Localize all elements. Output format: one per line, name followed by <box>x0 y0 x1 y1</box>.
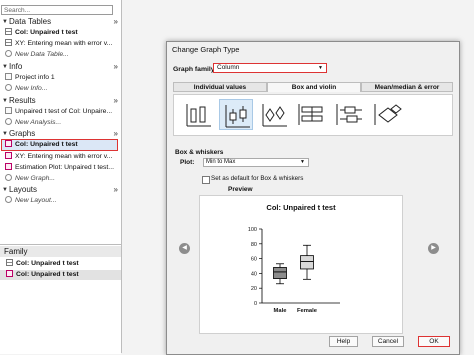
dialog-title: Change Graph Type <box>172 45 240 54</box>
collapse-triangle-icon[interactable]: ▼ <box>2 185 8 195</box>
y-tick-label: 80 <box>251 242 257 248</box>
box-female <box>300 255 314 270</box>
data-table-icon <box>5 28 12 35</box>
section-layouts[interactable]: ▼ Layouts » <box>0 185 121 195</box>
plus-icon <box>5 50 12 57</box>
cancel-button[interactable]: Cancel <box>372 336 404 347</box>
plus-icon <box>5 84 12 91</box>
graph-type-horizontal-bars[interactable] <box>295 99 329 130</box>
section-data-tables-label: Data Tables <box>9 17 52 26</box>
graph-type-scatter-bars[interactable] <box>181 99 215 130</box>
y-tick-label: 40 <box>251 271 257 277</box>
tab-box-and-violin[interactable]: Box and violin <box>267 82 361 92</box>
violin-icon <box>262 104 287 127</box>
set-default-checkbox[interactable] <box>202 176 210 184</box>
section-results[interactable]: ▼ Results » <box>0 96 121 106</box>
help-button[interactable]: Help <box>329 336 358 347</box>
plus-icon <box>5 174 12 181</box>
section-graphs[interactable]: ▼ Graphs » <box>0 129 121 139</box>
family-header: Family <box>0 246 121 257</box>
section-layouts-label: Layouts <box>9 185 38 194</box>
graph-icon <box>5 152 12 159</box>
previous-button[interactable]: ◀ <box>179 243 190 254</box>
preview-label: Preview <box>228 186 253 193</box>
graph-family-select[interactable]: Column ▼ <box>213 63 327 73</box>
y-tick-label: 20 <box>251 286 257 292</box>
preview-chart: Col: Unpaired t test 0 20 40 60 80 100 Male Fem… <box>248 203 340 314</box>
double-chevron-icon[interactable]: » <box>114 185 118 195</box>
chart-title: Col: Unpaired t test <box>266 203 336 212</box>
data-table-item[interactable]: Col: Unpaired t test <box>5 28 78 38</box>
y-tick-label: 0 <box>254 301 257 307</box>
graph-icon <box>6 270 13 277</box>
graph-item[interactable]: XY: Entering mean with error v... <box>5 152 112 162</box>
double-chevron-icon[interactable]: » <box>114 62 118 72</box>
chevron-down-icon: ▼ <box>318 65 323 71</box>
new-analysis-link[interactable]: New Analysis... <box>5 118 61 128</box>
double-chevron-icon[interactable]: » <box>114 17 118 27</box>
plus-icon <box>5 118 12 125</box>
tab-mean-median-error[interactable]: Mean/median & error <box>361 82 453 92</box>
section-info[interactable]: ▼ Info » <box>0 62 121 72</box>
horizontal-box-whisker-icon <box>336 104 362 125</box>
section-results-label: Results <box>9 96 36 105</box>
family-item[interactable]: Col: Unpaired t test <box>0 270 121 280</box>
section-data-tables[interactable]: ▼ Data Tables » <box>0 17 121 27</box>
collapse-triangle-icon[interactable]: ▼ <box>2 96 8 106</box>
graph-type-violin[interactable] <box>257 99 291 130</box>
data-table-icon <box>6 259 13 266</box>
new-data-table-link[interactable]: New Data Table... <box>5 50 69 60</box>
chevron-right-icon: ▶ <box>431 245 436 251</box>
double-chevron-icon[interactable]: » <box>114 96 118 106</box>
collapse-triangle-icon[interactable]: ▼ <box>2 17 8 27</box>
plot-select[interactable]: Min to Max ▼ <box>203 158 309 167</box>
next-button[interactable]: ▶ <box>428 243 439 254</box>
results-item[interactable]: Unpaired t test of Col: Unpaire... <box>5 107 112 117</box>
results-sheet-icon <box>5 107 12 114</box>
box-whisker-icon <box>225 105 250 128</box>
info-item[interactable]: Project info 1 <box>5 73 55 83</box>
family-item[interactable]: Col: Unpaired t test <box>0 259 121 269</box>
preview-panel: Col: Unpaired t test 0 20 40 60 80 100 Male Fem… <box>199 195 403 334</box>
y-tick-label: 100 <box>248 227 257 233</box>
chevron-down-icon: ▼ <box>300 159 305 165</box>
new-layout-link[interactable]: New Layout... <box>5 196 57 206</box>
graph-icon <box>5 163 12 170</box>
set-default-label: Set as default for Box & whiskers <box>211 175 304 182</box>
y-tick-label: 60 <box>251 257 257 263</box>
section-graphs-label: Graphs <box>9 129 36 138</box>
double-chevron-icon[interactable]: » <box>114 129 118 139</box>
tab-individual-values[interactable]: Individual values <box>173 82 267 92</box>
x-category-label: Female <box>297 308 318 314</box>
collapse-triangle-icon[interactable]: ▼ <box>2 62 8 72</box>
graph-type-horizontal-violin[interactable] <box>371 99 405 130</box>
ok-button[interactable]: OK <box>418 336 450 347</box>
scatter-bars-icon <box>186 104 211 127</box>
box-whiskers-label: Box & whiskers <box>175 149 224 156</box>
horizontal-violin-icon <box>374 104 402 125</box>
graph-type-box-whiskers[interactable] <box>219 99 253 130</box>
data-table-item[interactable]: XY: Entering mean with error v... <box>5 39 112 49</box>
data-table-icon <box>5 39 12 46</box>
navigator-search-input[interactable]: Search... <box>1 5 113 15</box>
graph-item-selected[interactable]: Col: Unpaired t test <box>5 140 78 150</box>
horizontal-box-icon <box>298 104 323 125</box>
graph-family-label: Graph family: <box>173 66 217 73</box>
collapse-triangle-icon[interactable]: ▼ <box>2 129 8 139</box>
plus-icon <box>5 196 12 203</box>
graph-icon <box>5 140 12 147</box>
change-graph-type-dialog: Change Graph Type Graph family: Column ▼… <box>166 41 460 355</box>
new-graph-link[interactable]: New Graph... <box>5 174 55 184</box>
box-male <box>273 267 287 279</box>
plot-label: Plot: <box>180 159 195 166</box>
graph-type-horizontal-box-whiskers[interactable] <box>333 99 367 130</box>
new-info-link[interactable]: New Info... <box>5 84 48 94</box>
graph-item[interactable]: Estimation Plot: Unpaired t test... <box>5 163 114 173</box>
info-doc-icon <box>5 73 12 80</box>
chevron-left-icon: ◀ <box>182 245 187 251</box>
section-info-label: Info <box>9 62 23 71</box>
x-category-label: Male <box>274 308 288 314</box>
